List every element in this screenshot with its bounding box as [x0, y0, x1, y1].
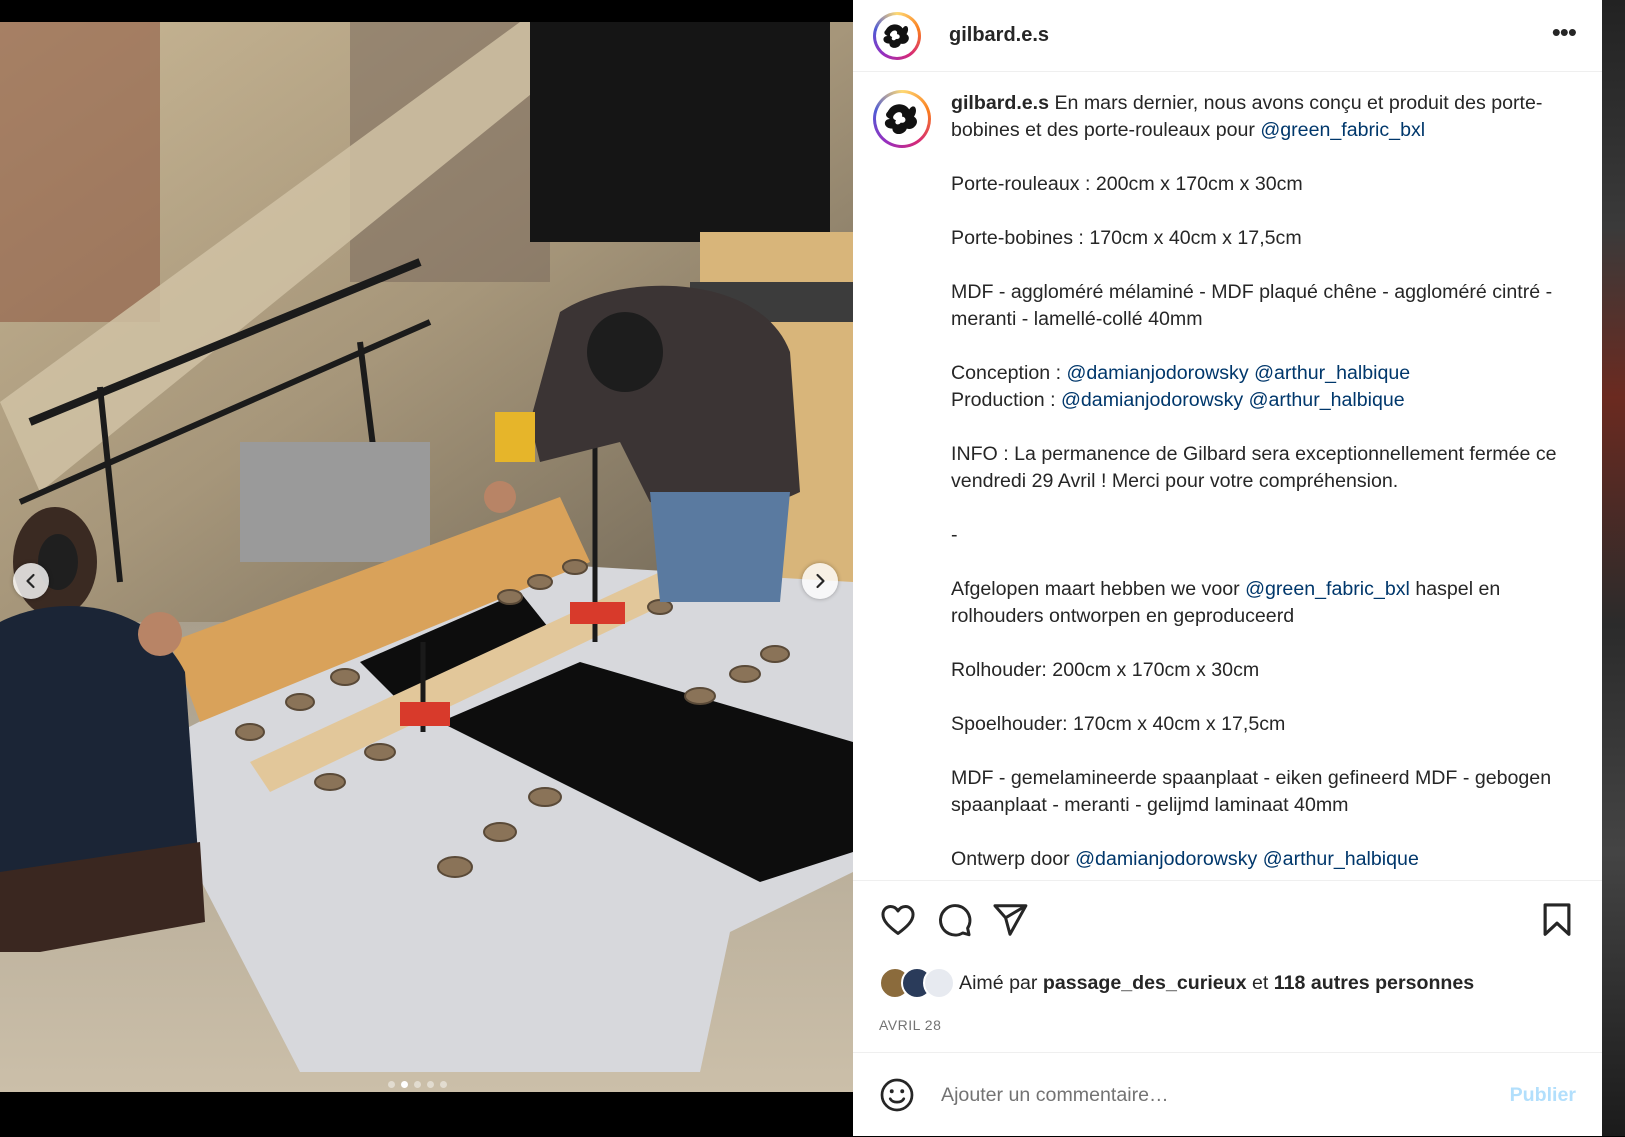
carousel-dot: [388, 1081, 395, 1088]
likes-summary: Aimé par passage_des_curieux et 118 autr…: [879, 967, 1474, 999]
send-icon: [993, 904, 1028, 936]
caption-row: gilbard.e.s En mars dernier, nous avons …: [853, 72, 1602, 878]
caption-text: Porte-rouleaux : 200cm x 170cm x 30cm: [951, 173, 1303, 195]
gilbard-logo-icon: [884, 104, 917, 134]
caption-paragraph: gilbard.e.s En mars dernier, nous avons …: [951, 90, 1561, 144]
mention-link[interactable]: @arthur_halbique: [1263, 848, 1419, 870]
post-photo: [0, 22, 853, 1092]
next-photo-button[interactable]: [802, 563, 838, 599]
mention-link[interactable]: @arthur_halbique: [1249, 389, 1405, 411]
caption-text: Rolhouder: 200cm x 170cm x 30cm: [951, 659, 1260, 681]
caption-paragraph: Rolhouder: 200cm x 170cm x 30cm: [951, 657, 1561, 684]
comment-input[interactable]: [939, 1082, 1463, 1108]
likes-prefix: Aimé par: [959, 971, 1043, 994]
carousel-dot: [440, 1081, 447, 1088]
caption-text: Afgelopen maart hebben we voor: [951, 578, 1246, 600]
caption-paragraph: Afgelopen maart hebben we voor @green_fa…: [951, 576, 1561, 630]
action-icons: [879, 901, 1576, 939]
carousel-dot: [414, 1081, 421, 1088]
emoji-icon: [880, 1078, 914, 1112]
chevron-right-icon: [816, 573, 825, 589]
caption-username[interactable]: gilbard.e.s: [951, 92, 1049, 114]
post-caption: gilbard.e.s En mars dernier, nous avons …: [951, 90, 1561, 878]
publish-button[interactable]: Publier: [1510, 1084, 1576, 1107]
gilbard-logo-icon: [883, 23, 909, 48]
backdrop: [1602, 0, 1625, 1136]
liker-username[interactable]: passage_des_curieux: [1043, 972, 1247, 994]
mention-link[interactable]: @damianjodorowsky: [1061, 389, 1243, 411]
likes-middle: et: [1246, 971, 1274, 994]
caption-paragraph: Conception : @damianjodorowsky @arthur_h…: [951, 360, 1561, 414]
liker-avatars[interactable]: [879, 967, 955, 999]
post-panel: gilbard.e.s ••• gilbard.e.s En mars dern…: [853, 0, 1602, 1136]
comment-icon: [938, 904, 972, 937]
heart-icon: [881, 905, 915, 935]
caption-text: MDF - aggloméré mélaminé - MDF plaqué ch…: [951, 281, 1558, 330]
comment-bar: Publier: [853, 1052, 1602, 1137]
caption-paragraph: Spoelhouder: 170cm x 40cm x 17,5cm: [951, 711, 1561, 738]
comment-button[interactable]: [935, 901, 973, 939]
caption-text: Conception :: [951, 362, 1067, 384]
caption-scroll-area[interactable]: gilbard.e.s En mars dernier, nous avons …: [853, 72, 1602, 878]
chevron-left-icon: [26, 573, 35, 589]
caption-paragraph: Porte-rouleaux : 200cm x 170cm x 30cm: [951, 171, 1561, 198]
caption-author-avatar[interactable]: [873, 90, 931, 148]
mention-link[interactable]: @arthur_halbique: [1254, 362, 1410, 384]
post-actions: Aimé par passage_des_curieux et 118 autr…: [853, 880, 1602, 1071]
share-button[interactable]: [991, 901, 1029, 939]
more-options-icon[interactable]: •••: [1552, 19, 1577, 45]
caption-text: Porte-bobines : 170cm x 40cm x 17,5cm: [951, 227, 1302, 249]
mention-link[interactable]: @green_fabric_bxl: [1260, 119, 1425, 141]
caption-text: Spoelhouder: 170cm x 40cm x 17,5cm: [951, 713, 1286, 735]
likes-text: Aimé par passage_des_curieux et 118 autr…: [959, 972, 1474, 995]
post-header: gilbard.e.s •••: [853, 0, 1602, 72]
caption-text: Ontwerp door: [951, 848, 1076, 870]
save-button[interactable]: [1538, 901, 1576, 939]
caption-text: MDF - gemelamineerde spaanplaat - eiken …: [951, 767, 1557, 816]
caption-paragraph: Ontwerp door @damianjodorowsky @arthur_h…: [951, 846, 1561, 873]
previous-photo-button[interactable]: [13, 563, 49, 599]
mention-link[interactable]: @damianjodorowsky: [1075, 848, 1257, 870]
bookmark-icon: [1543, 903, 1571, 936]
caption-paragraph: MDF - aggloméré mélaminé - MDF plaqué ch…: [951, 279, 1561, 333]
emoji-button[interactable]: [879, 1077, 915, 1113]
author-username[interactable]: gilbard.e.s: [949, 24, 1049, 47]
carousel-indicator: [388, 1081, 447, 1088]
caption-paragraph: -: [951, 522, 1561, 549]
caption-text: -: [951, 524, 958, 546]
like-button[interactable]: [879, 901, 917, 939]
caption-paragraph: INFO : La permanence de Gilbard sera exc…: [951, 441, 1561, 495]
avatar: [923, 967, 955, 999]
caption-paragraph: Porte-bobines : 170cm x 40cm x 17,5cm: [951, 225, 1561, 252]
post-date[interactable]: AVRIL 28: [879, 1017, 941, 1033]
mention-link[interactable]: @damianjodorowsky: [1066, 362, 1248, 384]
caption-text: INFO : La permanence de Gilbard sera exc…: [951, 443, 1562, 492]
author-avatar[interactable]: [873, 11, 921, 60]
likes-others-count[interactable]: 118 autres personnes: [1274, 972, 1474, 994]
carousel-dot-active: [401, 1081, 408, 1088]
photo-illustration: [0, 22, 853, 1092]
carousel-dot: [427, 1081, 434, 1088]
mention-link[interactable]: @green_fabric_bxl: [1245, 578, 1410, 600]
caption-text: Production :: [951, 389, 1056, 411]
caption-paragraph: MDF - gemelamineerde spaanplaat - eiken …: [951, 765, 1561, 819]
